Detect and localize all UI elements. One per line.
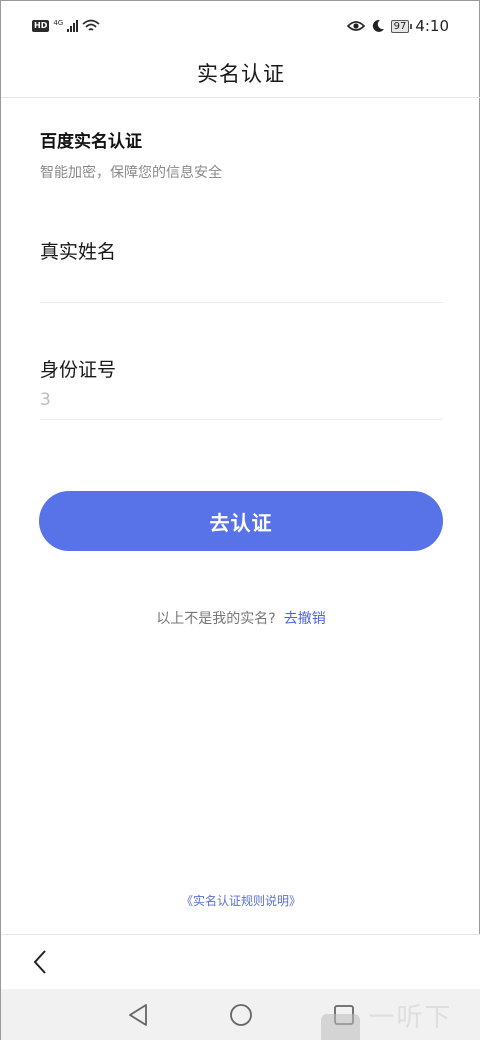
id-label: 身份证号 xyxy=(40,359,117,381)
nav-back-icon[interactable] xyxy=(126,1002,152,1028)
name-underline xyxy=(40,302,443,303)
watermark-logo-icon xyxy=(321,1014,361,1040)
section-title: 百度实名认证 xyxy=(40,132,142,152)
revoke-link[interactable]: 去撤销 xyxy=(284,611,326,627)
eye-icon xyxy=(346,21,365,31)
name-label: 真实姓名 xyxy=(40,241,117,263)
nav-home-icon[interactable] xyxy=(228,1002,254,1028)
network-type: 4G xyxy=(53,19,64,27)
id-underline xyxy=(40,419,443,420)
watermark-text: 一听下载 xyxy=(368,1003,453,1033)
title-bar: 实名认证 xyxy=(1,53,480,98)
rules-link[interactable]: 《实名认证规则说明》 xyxy=(1,892,480,909)
moon-icon xyxy=(372,19,384,32)
wifi-icon xyxy=(82,19,100,31)
page-title: 实名认证 xyxy=(197,62,285,86)
revoke-question: 以上不是我的实名? xyxy=(156,611,276,627)
name-input[interactable] xyxy=(40,265,443,299)
battery-icon: 97 xyxy=(390,19,413,33)
status-left: HD 4G xyxy=(32,19,100,33)
verify-button[interactable]: 去认证 xyxy=(39,491,443,551)
status-bar: HD 4G 97 4:10 xyxy=(1,1,480,53)
section-subtitle: 智能加密，保障您的信息安全 xyxy=(40,165,222,181)
back-arrow-icon[interactable] xyxy=(27,947,55,977)
watermark: 一听下载 xyxy=(321,997,479,1040)
revoke-row: 以上不是我的实名? 去撤销 xyxy=(1,608,480,628)
id-number-input[interactable] xyxy=(40,383,443,417)
clock: 4:10 xyxy=(415,17,449,35)
bottom-back-bar xyxy=(1,934,480,989)
hd-badge: HD xyxy=(32,20,50,32)
screen-frame: HD 4G 97 4:10 实名认证 百度实名认证 智能加密，保障您的信息安全 … xyxy=(0,0,480,1040)
status-right: 97 4:10 xyxy=(346,17,449,35)
signal-icon xyxy=(67,20,79,32)
